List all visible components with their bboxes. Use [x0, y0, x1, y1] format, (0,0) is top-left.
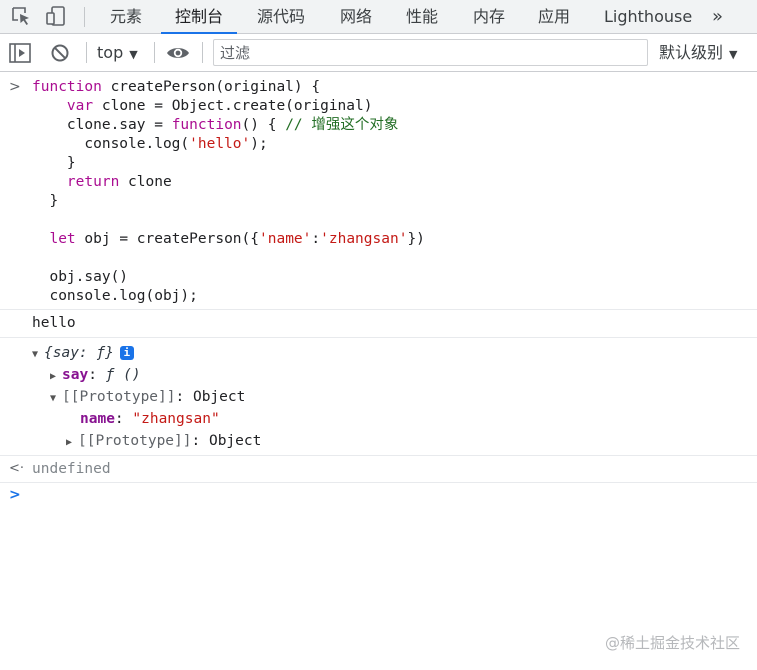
input-code: function createPerson(original) { var cl…	[32, 78, 425, 306]
toolbar-divider	[154, 42, 155, 63]
devtools-tab-bar: 元素 控制台 源代码 网络 性能 内存 应用 Lighthouse »	[0, 0, 757, 34]
console-messages: > function createPerson(original) { var …	[0, 72, 757, 511]
property-value: "zhangsan"	[132, 411, 220, 427]
log-output-text: hello	[32, 315, 76, 331]
property-key: [[Prototype]]	[62, 389, 176, 405]
object-summary-row[interactable]: ▼ {say: ƒ} i	[32, 342, 134, 366]
console-return-entry: <· undefined	[0, 456, 757, 483]
caret-down-icon: ▼	[129, 48, 138, 61]
code-line: function createPerson(original) {	[32, 79, 321, 95]
info-icon[interactable]: i	[119, 346, 134, 360]
filter-input[interactable]	[213, 39, 648, 66]
tab-lighthouse[interactable]: Lighthouse	[604, 0, 692, 33]
code-line: }	[32, 193, 59, 209]
object-property-inner-prototype[interactable]: ▶ [[Prototype]]: Object	[66, 430, 261, 454]
return-arrow-icon: <·	[9, 461, 25, 476]
code-line: }	[32, 155, 76, 171]
caret-down-icon: ▼	[729, 48, 738, 61]
context-selector-label: top	[97, 43, 124, 62]
code-line: var clone = Object.create(original)	[66, 98, 373, 114]
live-expression-eye-icon[interactable]	[166, 45, 190, 61]
code-line: console.log(obj);	[32, 288, 198, 304]
tab-performance[interactable]: 性能	[406, 0, 438, 33]
tab-console[interactable]: 控制台	[160, 0, 238, 34]
property-value: Object	[208, 433, 262, 449]
property-value: ƒ ()	[105, 367, 141, 383]
expanded-triangle-icon: ▼	[32, 349, 39, 360]
more-tabs-chevron-icon[interactable]: »	[712, 0, 723, 33]
property-key: say	[62, 367, 89, 383]
return-value-text: undefined	[32, 461, 111, 477]
code-line: let obj = createPerson({'name':'zhangsan…	[49, 231, 425, 247]
property-key: name	[80, 411, 115, 427]
inspect-element-icon[interactable]	[10, 5, 32, 27]
collapsed-triangle-icon: ▶	[50, 371, 57, 382]
property-key: [[Prototype]]	[78, 433, 192, 449]
console-object-entry: ▼ {say: ƒ} i ▶ say: ƒ () ▼ [[Prototype]]: Ob…	[0, 338, 757, 456]
collapsed-triangle-icon: ▶	[66, 437, 73, 448]
tab-memory[interactable]: 内存	[473, 0, 505, 33]
watermark: @稀土掘金技术社区	[604, 634, 740, 652]
property-value: Object	[192, 389, 246, 405]
show-sidebar-icon[interactable]	[9, 43, 31, 63]
console-input-entry[interactable]: > function createPerson(original) { var …	[0, 72, 757, 310]
code-line: obj.say()	[32, 269, 129, 285]
log-levels-dropdown[interactable]: 默认级别 ▼	[659, 34, 737, 71]
expanded-triangle-icon: ▼	[50, 393, 57, 404]
tab-application[interactable]: 应用	[538, 0, 570, 33]
toolbar-divider	[202, 42, 203, 63]
console-log-entry: hello	[0, 310, 757, 338]
object-property-prototype[interactable]: ▼ [[Prototype]]: Object	[50, 386, 245, 410]
device-toolbar-icon[interactable]	[45, 5, 67, 27]
log-levels-label: 默认级别	[659, 43, 724, 62]
context-selector[interactable]: top ▼	[97, 34, 138, 71]
tab-sources[interactable]: 源代码	[257, 0, 305, 33]
input-prompt-chevron-icon: >	[9, 79, 21, 95]
clear-console-icon[interactable]	[50, 43, 70, 63]
code-line: console.log('hello');	[32, 136, 268, 152]
toolbar-divider	[86, 42, 87, 63]
console-toolbar: top ▼ 默认级别 ▼	[0, 34, 757, 72]
tab-bar-divider	[84, 7, 85, 27]
object-property-name: name: "zhangsan"	[80, 411, 220, 427]
tab-elements[interactable]: 元素	[110, 0, 142, 33]
code-line: clone.say = function() { // 增强这个对象	[32, 117, 399, 133]
object-property-say[interactable]: ▶ say: ƒ ()	[50, 364, 141, 388]
console-prompt[interactable]: >	[0, 483, 757, 511]
code-line: return clone	[66, 174, 172, 190]
tab-network[interactable]: 网络	[340, 0, 372, 33]
prompt-chevron-icon: >	[9, 487, 21, 503]
object-summary: {say: ƒ}	[44, 345, 114, 361]
